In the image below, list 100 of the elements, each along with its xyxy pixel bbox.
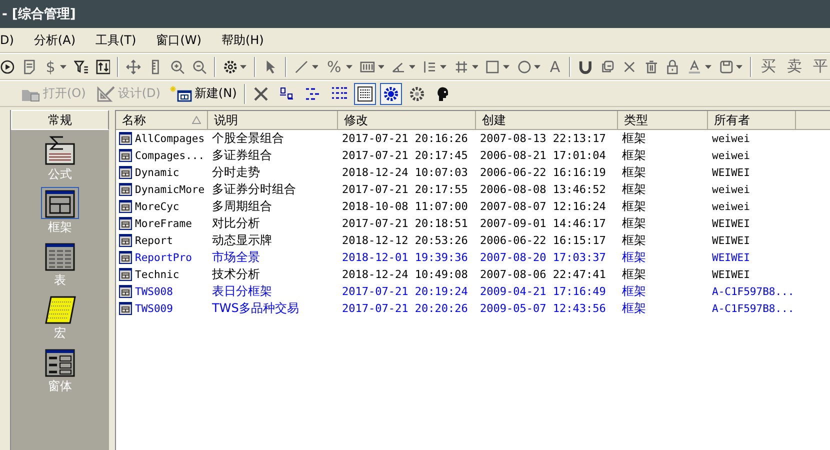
caret-icon[interactable]	[503, 64, 510, 68]
frame-file-icon	[119, 132, 132, 145]
column-header[interactable]: 类型	[618, 111, 708, 130]
zoom-out-icon[interactable]	[192, 58, 207, 74]
text-color-icon[interactable]	[687, 58, 702, 74]
table-cell: 2017-07-21 20:16:26	[342, 132, 468, 145]
table-cell: 框架	[622, 283, 646, 300]
table-cell: 2006-08-08 13:46:52	[480, 183, 606, 196]
table-cell: 框架	[622, 164, 646, 181]
bars-icon[interactable]	[360, 58, 375, 74]
toolbar-button[interactable]: 新建(N)	[167, 84, 240, 103]
table-cell: weiwei	[712, 184, 750, 196]
table-cell: WEIWEI	[712, 268, 750, 280]
table-cell: 2007-09-01 14:46:17	[480, 217, 606, 230]
table-cell[interactable]: MoreFrame	[135, 218, 192, 230]
frame-file-icon	[119, 166, 132, 179]
column-header[interactable]: 说明	[208, 111, 338, 130]
caret-icon[interactable]	[705, 64, 712, 68]
magnet-icon[interactable]	[578, 58, 593, 74]
hash-icon[interactable]	[454, 58, 469, 74]
table-cell: 多证券分时组合	[212, 181, 296, 198]
toolbar-button[interactable]: $	[44, 58, 58, 76]
table-cell: 2006-06-22 16:16:19	[480, 166, 606, 179]
sort-icon[interactable]	[96, 58, 110, 74]
table-cell[interactable]: Technic	[135, 268, 180, 280]
frame-file-icon	[119, 268, 132, 281]
table-cell: 框架	[622, 147, 646, 164]
save-icon[interactable]	[718, 58, 734, 74]
table-cell: 个股全景组合	[212, 130, 284, 147]
menu-item[interactable]: 分析(A)	[34, 32, 76, 48]
frame-file-icon	[119, 251, 132, 264]
toolbar-button[interactable]: %	[325, 58, 344, 76]
table-cell[interactable]: Compages...	[135, 150, 205, 162]
table-cell[interactable]: MoreCyc	[135, 200, 180, 212]
table-cell: WEIWEI	[712, 218, 750, 230]
copy-icon[interactable]	[600, 58, 615, 74]
table-cell: 2018-10-08 11:07:00	[342, 200, 468, 213]
table-cell[interactable]: DynamicMore	[135, 184, 205, 196]
table-cell: TWS多品种交易	[212, 300, 299, 317]
table-cell[interactable]: TWS009	[135, 302, 173, 314]
table-cell: 动态显示牌	[212, 232, 272, 249]
caret-icon[interactable]	[408, 64, 416, 68]
caret-icon[interactable]	[60, 64, 67, 68]
new-frame-icon	[170, 86, 192, 102]
gear-icon	[408, 84, 426, 102]
trash-icon[interactable]	[644, 58, 658, 74]
frame-file-icon	[119, 285, 132, 298]
column-header[interactable]: 创建	[476, 111, 618, 130]
zoom-in-icon[interactable]	[170, 58, 185, 74]
caret-icon[interactable]	[378, 64, 384, 68]
play-icon[interactable]	[0, 58, 15, 74]
table-cell[interactable]: Dynamic	[135, 166, 180, 178]
caret-icon[interactable]	[440, 64, 447, 68]
square-icon[interactable]	[485, 58, 500, 74]
table-cell: WEIWEI	[712, 166, 750, 178]
line-icon[interactable]	[294, 58, 309, 74]
menu-item[interactable]: 帮助(H)	[221, 32, 264, 48]
table-cell: 2018-12-01 19:39:36	[342, 251, 468, 264]
triangle-ruler-icon	[96, 86, 116, 102]
table-cell: weiwei	[712, 132, 750, 144]
document-icon[interactable]	[22, 58, 37, 74]
table-cell[interactable]: TWS008	[135, 286, 173, 298]
table-cell: 2009-04-21 17:16:49	[480, 285, 606, 298]
toolbar-button[interactable]: A	[548, 58, 562, 76]
toolbar-button[interactable]: 平	[810, 57, 830, 76]
circle-icon[interactable]	[516, 58, 532, 74]
table-cell[interactable]: Report	[135, 234, 173, 246]
lock-icon[interactable]	[665, 58, 680, 74]
list-icon[interactable]	[422, 58, 438, 74]
caret-icon[interactable]	[312, 64, 318, 68]
menu-item[interactable]: 工具(T)	[96, 32, 136, 48]
filter-icon[interactable]	[74, 58, 89, 74]
table-cell[interactable]: ReportPro	[135, 252, 192, 264]
column-header[interactable]: 修改	[338, 111, 476, 130]
menu-item[interactable]: 窗口(W)	[156, 32, 202, 48]
toolbar-button[interactable]: 买	[758, 57, 778, 76]
view-button[interactable]	[354, 82, 376, 104]
toolbar-button[interactable]: 卖	[784, 57, 804, 76]
move-icon[interactable]	[126, 58, 142, 74]
view-button[interactable]	[380, 82, 402, 104]
table-cell: 2017-07-21 20:17:45	[342, 149, 468, 162]
table-cell: 框架	[622, 130, 646, 147]
caret-icon[interactable]	[472, 64, 478, 68]
table-cell: 2007-08-07 12:16:24	[480, 200, 606, 213]
table-cell: 2017-07-21 20:19:24	[342, 285, 468, 298]
caret-icon[interactable]	[534, 64, 541, 68]
table-cell: 2006-08-21 17:01:04	[480, 149, 606, 162]
table-cell[interactable]: AllCompages	[135, 132, 205, 144]
view-icon	[278, 84, 296, 102]
table-cell: 2007-08-20 17:03:37	[480, 251, 606, 264]
table-cell: weiwei	[712, 150, 750, 162]
caret-icon[interactable]	[346, 64, 353, 68]
column-header[interactable]: 名称	[116, 111, 208, 130]
table-cell: 多证券组合	[212, 147, 272, 164]
gear-icon[interactable]	[222, 58, 238, 74]
sidebar-header[interactable]: 常规	[11, 110, 109, 130]
menu-item[interactable]: D)	[0, 33, 14, 47]
caret-icon[interactable]	[736, 64, 743, 68]
column-header[interactable]: 所有者	[708, 111, 796, 130]
caret-icon[interactable]	[240, 64, 247, 68]
